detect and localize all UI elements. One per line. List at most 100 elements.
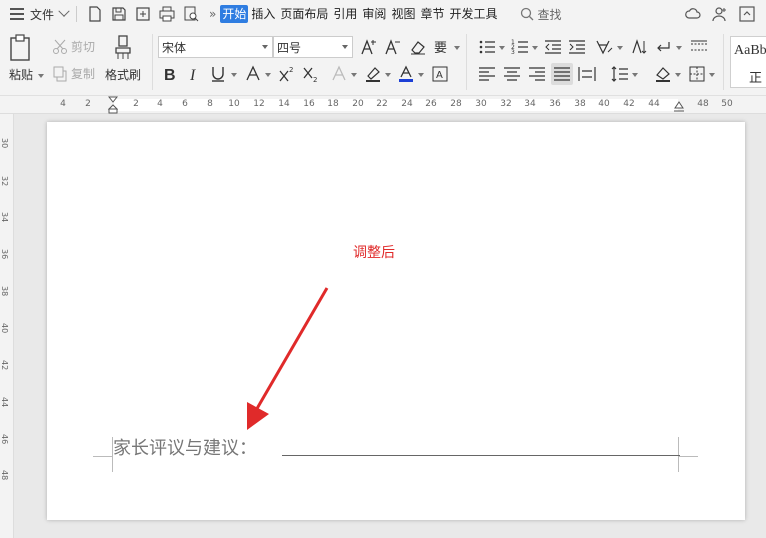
ruler-tick: 20 <box>352 99 364 109</box>
superscript-icon[interactable]: 2 <box>278 65 296 83</box>
numbering-dropdown-icon[interactable] <box>532 46 538 50</box>
underline-icon[interactable] <box>209 65 227 83</box>
decrease-indent-icon[interactable] <box>544 38 562 56</box>
tab-chapter[interactable]: 章节 <box>418 5 446 23</box>
distributed-align-icon[interactable] <box>578 65 596 83</box>
line-spacing-icon[interactable] <box>611 65 629 83</box>
collapse-ribbon-icon[interactable] <box>738 5 756 23</box>
justify-icon[interactable] <box>551 63 573 85</box>
ruler-tick: 4 <box>60 99 66 109</box>
char-border-icon[interactable]: A <box>431 65 449 83</box>
svg-text:B: B <box>164 67 176 83</box>
cloud-sync-icon[interactable] <box>684 5 702 23</box>
ruler-tick: 18 <box>327 99 339 109</box>
tab-home[interactable]: 开始 <box>220 5 249 23</box>
phonetic-dropdown-icon[interactable] <box>454 46 460 50</box>
hamburger-icon <box>10 8 24 20</box>
ruler-tick: 40 <box>598 99 610 109</box>
main-menu-button[interactable]: 文件 <box>0 3 70 25</box>
text-effect-dropdown-icon[interactable] <box>265 73 271 77</box>
ruler-tick: 38 <box>0 286 9 297</box>
annotation-arrow-icon <box>247 287 329 430</box>
first-line-indent-icon[interactable] <box>108 96 118 114</box>
format-painter-button[interactable]: 格式刷 <box>105 34 141 83</box>
borders-dropdown-icon[interactable] <box>709 73 715 77</box>
right-indent-icon[interactable] <box>674 100 684 112</box>
font-color-icon[interactable] <box>397 65 415 83</box>
save-icon[interactable] <box>111 6 127 22</box>
ruler-tick: 34 <box>0 212 9 223</box>
increase-indent-icon[interactable] <box>568 38 586 56</box>
horizontal-ruler[interactable]: 4 2 2 4 6 8 10 12 14 16 18 20 22 24 26 2… <box>0 96 766 114</box>
line-spacing-dropdown-icon[interactable] <box>632 73 638 77</box>
tab-review[interactable]: 审阅 <box>360 5 388 23</box>
align-center-icon[interactable] <box>503 65 521 83</box>
bullet-list-icon[interactable] <box>478 38 496 56</box>
highlight-icon[interactable] <box>364 65 382 83</box>
svg-text:3: 3 <box>511 49 515 56</box>
vertical-ruler[interactable]: 30 32 34 36 38 40 42 44 46 48 <box>0 114 14 538</box>
show-marks-dropdown-icon[interactable] <box>676 46 682 50</box>
shading-dropdown-icon[interactable] <box>675 73 681 77</box>
grow-font-icon[interactable] <box>360 38 378 56</box>
search-box[interactable]: 查找 <box>520 6 562 23</box>
align-left-icon[interactable] <box>478 65 496 83</box>
tab-page-layout[interactable]: 页面布局 <box>278 5 330 23</box>
ruler-tick: 42 <box>623 99 635 109</box>
highlight-dropdown-icon[interactable] <box>385 73 391 77</box>
style-preview-text: AaBbC <box>734 43 766 58</box>
chinese-layout-dropdown-icon[interactable] <box>617 46 623 50</box>
paste-dropdown-icon[interactable] <box>38 74 44 78</box>
cut-button[interactable]: 剪切 <box>52 38 95 55</box>
print-icon[interactable] <box>159 6 175 22</box>
phonetic-guide-icon[interactable]: 要 <box>433 38 451 56</box>
text-effect-icon[interactable] <box>244 65 262 83</box>
numbered-list-icon[interactable]: 123 <box>511 38 529 56</box>
bold-icon[interactable]: B <box>161 65 179 83</box>
annotation-label: 调整后 <box>353 245 395 261</box>
show-marks-icon[interactable] <box>654 38 672 56</box>
new-doc-icon[interactable] <box>87 6 103 22</box>
font-size-select[interactable]: 四号 <box>273 36 353 58</box>
chinese-layout-icon[interactable] <box>595 38 613 56</box>
tab-references[interactable]: 引用 <box>331 5 359 23</box>
shrink-font-icon[interactable] <box>384 38 402 56</box>
text-outline-icon[interactable] <box>330 65 348 83</box>
tab-developer[interactable]: 开发工具 <box>447 5 499 23</box>
ruler-tick: 48 <box>697 99 709 109</box>
crop-mark <box>93 457 113 472</box>
subscript-icon[interactable]: 2 <box>302 65 320 83</box>
search-label: 查找 <box>537 7 562 22</box>
paste-button[interactable]: 粘贴 <box>8 34 34 83</box>
ribbon-toolbar: 粘贴 剪切 复制 格式刷 宋体 四号 要 B I 2 2 A 123 AaBb … <box>0 28 766 96</box>
copy-button[interactable]: 复制 <box>52 65 95 82</box>
more-tabs-button[interactable]: » <box>209 7 216 21</box>
style-gallery[interactable]: AaBbC 正 <box>730 36 766 88</box>
tab-insert[interactable]: 插入 <box>249 5 277 23</box>
document-page[interactable]: 调整后 家长评议与建议： <box>47 122 745 520</box>
ruler-tick: 24 <box>401 99 413 109</box>
italic-icon[interactable]: I <box>185 65 203 83</box>
ruler-text-area <box>114 99 678 111</box>
bullet-dropdown-icon[interactable] <box>499 46 505 50</box>
print-preview-icon[interactable] <box>183 6 199 22</box>
borders-icon[interactable] <box>688 65 706 83</box>
ruler-tick: 14 <box>278 99 290 109</box>
align-right-icon[interactable] <box>528 65 546 83</box>
table-grid-icon[interactable] <box>690 38 708 56</box>
export-pdf-icon[interactable] <box>135 6 151 22</box>
font-name-select[interactable]: 宋体 <box>158 36 273 58</box>
crop-mark <box>678 437 698 457</box>
chevron-down-icon <box>342 45 348 49</box>
ruler-tick: 10 <box>228 99 240 109</box>
ruler-tick: 38 <box>574 99 586 109</box>
text-outline-dropdown-icon[interactable] <box>351 73 357 77</box>
sort-icon[interactable] <box>630 38 648 56</box>
eraser-icon[interactable] <box>409 38 427 56</box>
shading-icon[interactable] <box>654 65 672 83</box>
tab-view[interactable]: 视图 <box>389 5 417 23</box>
clipboard-icon <box>10 34 30 61</box>
underline-dropdown-icon[interactable] <box>231 73 237 77</box>
font-color-dropdown-icon[interactable] <box>418 73 424 77</box>
share-user-icon[interactable] <box>711 5 729 23</box>
